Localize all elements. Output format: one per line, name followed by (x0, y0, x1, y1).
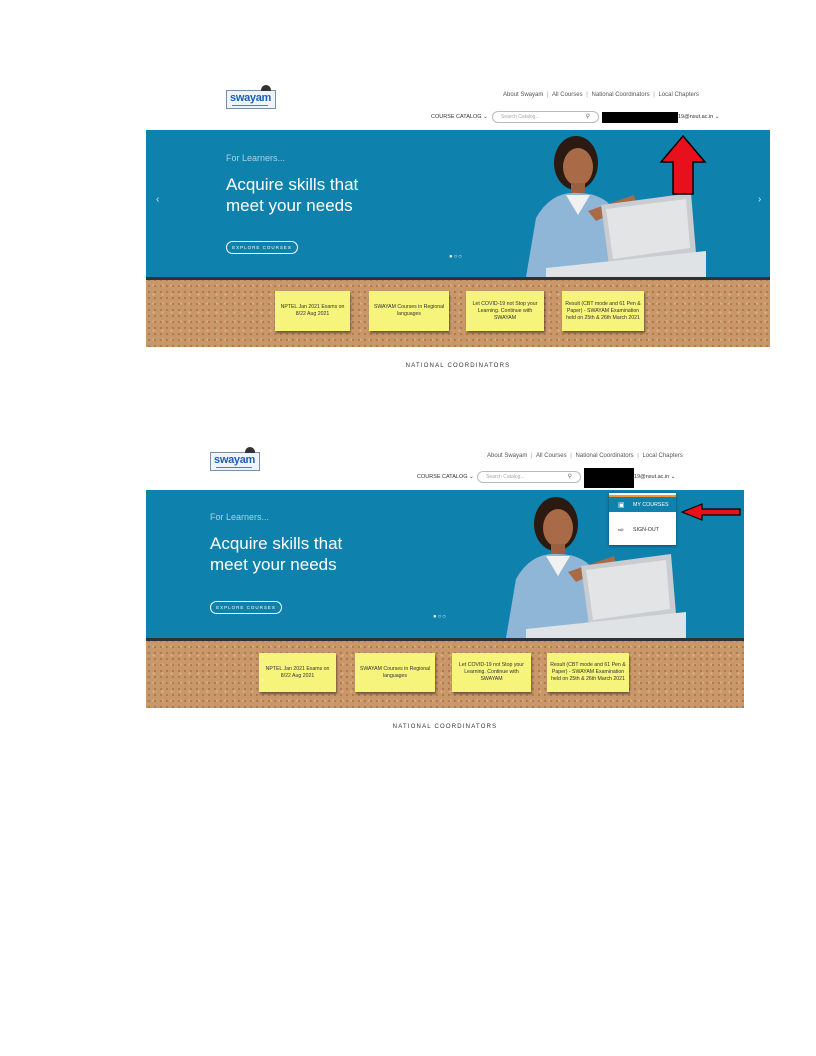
notice-note[interactable]: Result (CBT mode and 61 Pen & Paper) - S… (547, 653, 629, 692)
notice-note[interactable]: Result (CBT mode and 61 Pen & Paper) - S… (562, 291, 644, 331)
menu-item-label: SIGN-OUT (633, 526, 659, 533)
chevron-down-icon: ⌄ (469, 474, 474, 480)
screenshot-after: swayam About Swayam | All Courses | Nati… (146, 444, 744, 736)
nav-link-all-courses[interactable]: All Courses (552, 92, 583, 98)
logo-text: swayam (214, 454, 256, 466)
nav-separator: | (653, 92, 655, 98)
graduation-cap-icon (245, 447, 255, 453)
chevron-down-icon: ⌄ (483, 114, 488, 120)
search-box[interactable]: Search Catalog... ⚲ (477, 471, 581, 483)
notice-note[interactable]: Let COVID-19 not Stop your Learning. Con… (452, 653, 531, 692)
top-nav: About Swayam | All Courses | National Co… (487, 453, 683, 459)
nav-link-about[interactable]: About Swayam (487, 453, 527, 459)
search-box[interactable]: Search Catalog... ⚲ (492, 111, 599, 123)
search-icon[interactable]: ⚲ (568, 473, 572, 480)
search-icon[interactable]: ⚲ (586, 113, 590, 120)
left-arrow-callout-icon (680, 503, 741, 521)
notice-note[interactable]: SWAYAM Courses in Regional languages (355, 653, 435, 692)
chevron-down-icon: ⌄ (670, 474, 676, 480)
nav-separator: | (586, 92, 588, 98)
nav-separator: | (637, 453, 639, 459)
notice-note[interactable]: NPTEL Jan 2021 Exams on 8/22 Aug 2021 (275, 291, 350, 331)
logo-text: swayam (230, 92, 272, 104)
hero-kicker: For Learners... (210, 512, 270, 522)
nav-link-all-courses[interactable]: All Courses (536, 453, 567, 459)
carousel-prev-arrow[interactable]: ‹ (156, 194, 159, 205)
notice-note[interactable]: NPTEL Jan 2021 Exams on 8/22 Aug 2021 (259, 653, 336, 692)
graduation-cap-icon (261, 85, 271, 91)
nav-separator: | (531, 453, 533, 459)
nav-link-national-coordinators[interactable]: National Coordinators (592, 92, 650, 98)
swayam-logo[interactable]: swayam (226, 85, 276, 109)
notice-note[interactable]: SWAYAM Courses in Regional languages (369, 291, 449, 331)
redacted-username (602, 112, 678, 123)
section-title: NATIONAL COORDINATORS (392, 724, 498, 730)
screenshot-before: swayam About Swayam | All Courses | Nati… (146, 84, 770, 380)
swayam-logo[interactable]: swayam (210, 447, 260, 471)
carousel-dots[interactable]: ●○○ (433, 614, 447, 620)
carousel-next-arrow[interactable]: › (758, 194, 761, 205)
sign-out-icon: ⇨ (618, 526, 624, 534)
top-nav: About Swayam | All Courses | National Co… (503, 92, 699, 98)
user-menu[interactable]: 19@nsut.ac.in ⌄ (678, 114, 719, 120)
nav-link-national-coordinators[interactable]: National Coordinators (576, 453, 634, 459)
nav-separator: | (570, 453, 572, 459)
explore-courses-button[interactable]: EXPLORE COURSES (210, 601, 282, 614)
hero-kicker: For Learners... (226, 153, 286, 163)
section-title: NATIONAL COORDINATORS (405, 363, 511, 369)
menu-item-sign-out[interactable]: ⇨ SIGN-OUT (609, 521, 676, 538)
search-input[interactable]: Search Catalog... (501, 114, 540, 120)
user-dropdown-menu: ▣ MY COURSES ⇨ SIGN-OUT (609, 493, 676, 545)
cork-notice-board: NPTEL Jan 2021 Exams on 8/22 Aug 2021 SW… (146, 638, 744, 708)
user-menu[interactable]: 19@nsut.ac.in ⌄ (634, 474, 675, 480)
notice-note[interactable]: Let COVID-19 not Stop your Learning. Con… (466, 291, 544, 331)
nav-link-local-chapters[interactable]: Local Chapters (658, 92, 698, 98)
up-arrow-callout-icon (659, 134, 707, 195)
menu-item-label: MY COURSES (633, 501, 669, 508)
menu-item-my-courses[interactable]: ▣ MY COURSES (609, 495, 676, 512)
chevron-down-icon: ⌄ (714, 114, 720, 120)
cork-notice-board: NPTEL Jan 2021 Exams on 8/22 Aug 2021 SW… (146, 277, 770, 347)
nav-link-about[interactable]: About Swayam (503, 92, 543, 98)
nav-link-local-chapters[interactable]: Local Chapters (642, 453, 682, 459)
hero-headline: Acquire skills that meet your needs (210, 534, 343, 574)
course-catalog-label: COURSE CATALOG (431, 114, 482, 120)
course-catalog-menu[interactable]: COURSE CATALOG ⌄ (431, 114, 488, 120)
explore-courses-button[interactable]: EXPLORE COURSES (226, 241, 298, 254)
briefcase-icon: ▣ (618, 501, 625, 509)
logo-underline (232, 105, 268, 106)
hero-headline: Acquire skills that meet your needs (226, 175, 359, 215)
user-email: 19@nsut.ac.in (678, 114, 714, 120)
course-catalog-label: COURSE CATALOG (417, 474, 468, 480)
search-input[interactable]: Search Catalog... (486, 474, 525, 480)
course-catalog-menu[interactable]: COURSE CATALOG ⌄ (417, 474, 474, 480)
logo-underline (216, 467, 252, 468)
carousel-dots[interactable]: ●○○ (449, 254, 463, 260)
nav-separator: | (547, 92, 549, 98)
user-email: 19@nsut.ac.in (634, 474, 670, 480)
redacted-username (584, 468, 634, 488)
